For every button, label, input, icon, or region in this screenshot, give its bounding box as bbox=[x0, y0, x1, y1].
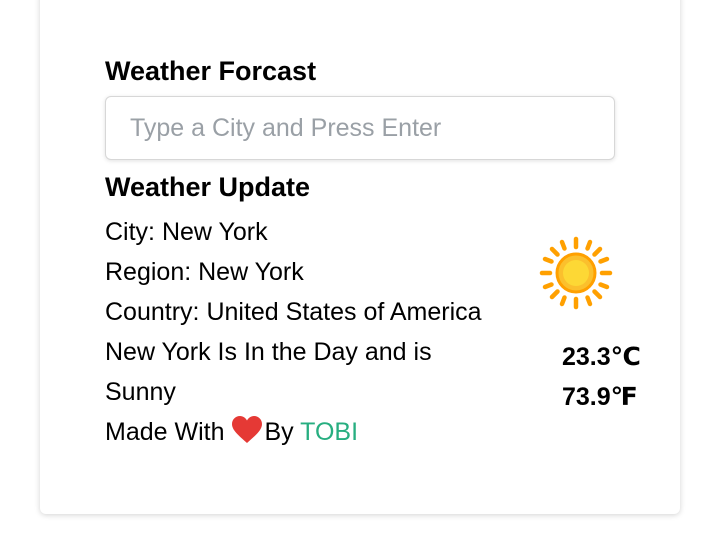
sun-icon bbox=[538, 235, 614, 311]
made-with-line: Made With By TOBI bbox=[105, 412, 535, 452]
heart-icon bbox=[232, 416, 263, 444]
region-label: Region: bbox=[105, 258, 199, 286]
author-link[interactable]: TOBI bbox=[300, 418, 358, 446]
weather-details: City: New York Region: New York Country:… bbox=[105, 212, 535, 452]
city-label: City: bbox=[105, 218, 162, 246]
made-with-text: Made With bbox=[105, 418, 225, 446]
city-search-input[interactable] bbox=[105, 96, 615, 160]
country-value: United States of America bbox=[206, 298, 482, 326]
daytime-line: New York Is In the Day and is bbox=[105, 338, 432, 366]
temperature-fahrenheit: 73.9℉ bbox=[562, 383, 638, 411]
condition-line: Sunny bbox=[105, 378, 176, 406]
temperature-celsius: 23.3℃ bbox=[562, 343, 641, 371]
temperature-readout: 23.3℃ 73.9℉ bbox=[562, 337, 641, 417]
region-line: Region: New York bbox=[105, 252, 535, 292]
weather-update-title: Weather Update bbox=[105, 172, 311, 202]
region-value: New York bbox=[198, 258, 304, 286]
app-title: Weather Forcast bbox=[105, 56, 317, 86]
country-line: Country: United States of America bbox=[105, 292, 535, 332]
city-line: City: New York bbox=[105, 212, 535, 252]
country-label: Country: bbox=[105, 298, 207, 326]
by-text: By bbox=[264, 418, 294, 446]
weather-card: Weather Forcast Weather Update City: New… bbox=[40, 0, 680, 514]
city-value: New York bbox=[161, 218, 268, 246]
